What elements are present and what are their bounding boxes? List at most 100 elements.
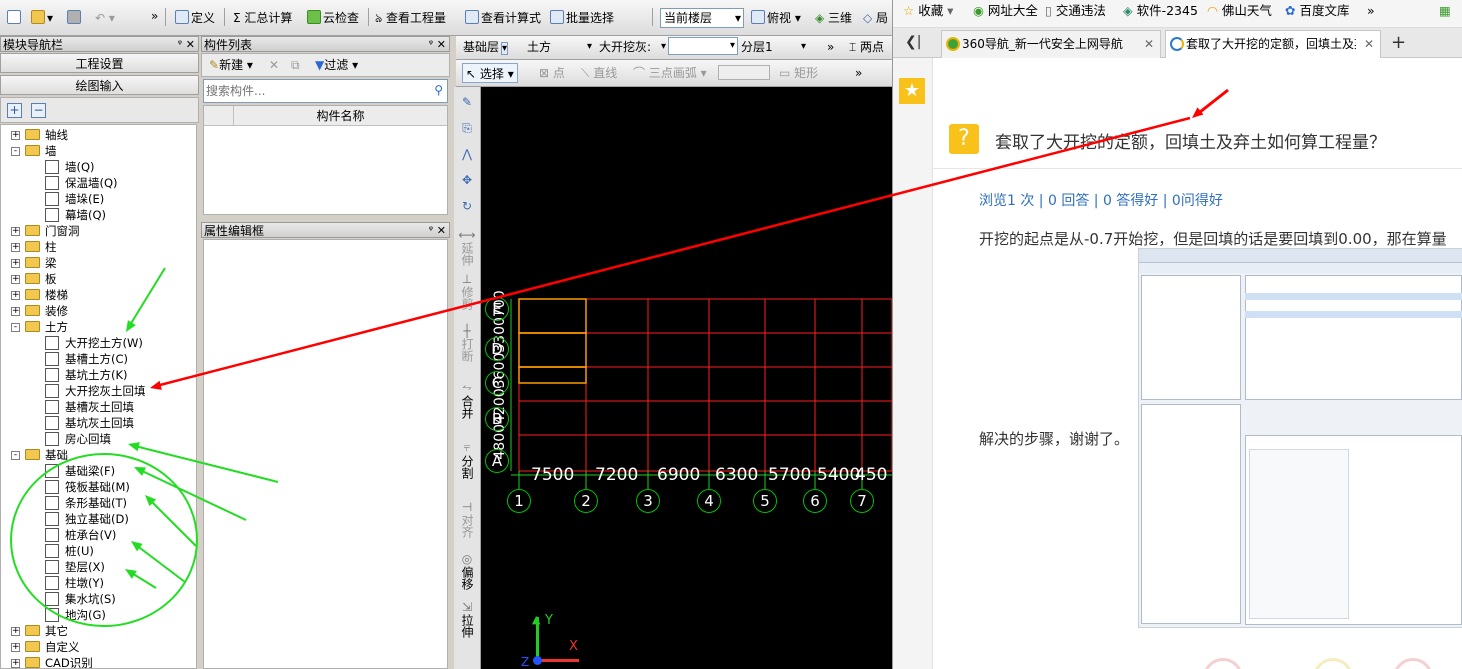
delete-icon[interactable]: ✕: [266, 55, 282, 75]
line-button[interactable]: ⟍ 直线: [578, 63, 620, 83]
tree-item[interactable]: 墙(Q): [1, 159, 196, 175]
open-file-icon[interactable]: ▾: [28, 8, 56, 28]
component-select[interactable]: 大开挖灰: ▾: [596, 37, 666, 57]
toolbar-overflow-icon[interactable]: »: [148, 6, 161, 26]
save-icon[interactable]: [64, 8, 86, 28]
vertical-tool-button[interactable]: ⫧ 分割: [456, 440, 478, 479]
vertical-tool-button[interactable]: ◎ 偏移: [456, 552, 478, 590]
favorite-link[interactable]: ▯ 交通违法: [1045, 0, 1106, 22]
x-axis-marker[interactable]: 1: [507, 489, 531, 513]
expand-icon[interactable]: +: [11, 307, 20, 316]
tree-item[interactable]: 幕墙(Q): [1, 207, 196, 223]
project-settings-button[interactable]: 工程设置: [0, 53, 199, 73]
tree-item[interactable]: 地沟(G): [1, 607, 196, 623]
vertical-tool-button[interactable]: ⇲ 拉伸: [456, 600, 478, 638]
edit-tool-icon[interactable]: ↻: [456, 199, 478, 213]
expand-icon[interactable]: +: [11, 227, 20, 236]
tree-item[interactable]: 条形基础(T): [1, 495, 196, 511]
tree-item[interactable]: 筏板基础(M): [1, 479, 196, 495]
vertical-tool-button[interactable]: ⊥ 修剪: [456, 272, 478, 310]
tree-item[interactable]: 基槽土方(C): [1, 351, 196, 367]
collapse-icon[interactable]: -: [11, 451, 20, 460]
sublayer-select[interactable]: 分层1 ▾: [738, 37, 808, 57]
x-axis-marker[interactable]: 2: [574, 489, 598, 513]
attached-screenshot-image[interactable]: [1138, 248, 1462, 628]
favorite-link[interactable]: ✿ 百度文库: [1285, 0, 1349, 22]
tree-item[interactable]: 独立基础(D): [1, 511, 196, 527]
tree-item[interactable]: 垫层(X): [1, 559, 196, 575]
close-icon[interactable]: ✕: [437, 223, 446, 239]
y-axis-marker[interactable]: C: [485, 371, 509, 395]
expand-icon[interactable]: +: [11, 643, 20, 652]
new-component-button[interactable]: ✎新建 ▾: [206, 55, 256, 75]
apps-grid-icon[interactable]: ▦: [1439, 0, 1451, 22]
close-tab-icon[interactable]: ✕: [1144, 31, 1154, 57]
tree-folder[interactable]: + 门窗洞: [1, 223, 196, 239]
close-tab-icon[interactable]: ✕: [1364, 31, 1374, 57]
expand-all-icon[interactable]: +: [7, 103, 22, 118]
edit-tool-icon[interactable]: ✥: [456, 173, 478, 187]
collapse-icon[interactable]: -: [11, 147, 20, 156]
toolbar-overflow-icon[interactable]: »: [824, 37, 837, 57]
tree-folder[interactable]: + 其它: [1, 623, 196, 639]
search-input[interactable]: [206, 82, 424, 100]
tree-folder[interactable]: -墙: [1, 143, 196, 159]
tab-360-nav[interactable]: 360导航_新一代安全上网导航 ✕: [941, 30, 1161, 58]
toolbar-overflow-icon[interactable]: »: [852, 63, 865, 83]
current-floor-select[interactable]: 当前楼层 ▾: [660, 8, 744, 28]
rect-button[interactable]: ▭ 矩形: [776, 63, 821, 83]
x-axis-marker[interactable]: 6: [803, 489, 827, 513]
x-axis-marker[interactable]: 7: [850, 489, 874, 513]
three-d-button[interactable]: ◈ 三维: [812, 8, 855, 28]
new-file-icon[interactable]: [4, 8, 26, 28]
copy-icon[interactable]: ⧉: [288, 55, 303, 75]
tree-folder[interactable]: + 梁: [1, 255, 196, 271]
tree-folder[interactable]: + 楼梯: [1, 287, 196, 303]
tree-item[interactable]: 集水坑(S): [1, 591, 196, 607]
close-icon[interactable]: ✕: [437, 37, 446, 53]
pin-icon[interactable]: ᵠ: [429, 37, 433, 53]
favorite-link[interactable]: ☆ 收藏 ▾: [903, 0, 953, 22]
tree-item[interactable]: 基坑土方(K): [1, 367, 196, 383]
tree-item[interactable]: 墙垛(E): [1, 191, 196, 207]
vertical-tool-button[interactable]: ⟷ 延伸: [456, 228, 478, 266]
blank-select[interactable]: ▾: [668, 37, 738, 55]
view-formula-button[interactable]: 查看计算式: [462, 8, 544, 28]
search-icon[interactable]: ⚲: [434, 83, 443, 97]
x-axis-marker[interactable]: 3: [636, 489, 660, 513]
edit-tool-icon[interactable]: ⎘: [456, 121, 478, 136]
star-icon[interactable]: ★: [899, 78, 925, 104]
y-axis-marker[interactable]: D: [485, 337, 509, 361]
edit-tool-icon[interactable]: ⋀: [456, 147, 478, 161]
expand-icon[interactable]: +: [11, 259, 20, 268]
expand-icon[interactable]: +: [11, 291, 20, 300]
tree-folder[interactable]: + 轴线: [1, 127, 196, 143]
tree-item[interactable]: 房心回填: [1, 431, 196, 447]
tree-folder[interactable]: + 装修: [1, 303, 196, 319]
favorites-more-button[interactable]: »: [1367, 0, 1375, 22]
tab-question[interactable]: 套取了大开挖的定额，回填土及弃 ✕: [1165, 30, 1381, 58]
tree-item[interactable]: 基础梁(F): [1, 463, 196, 479]
pin-icon[interactable]: ᵠ: [178, 37, 182, 53]
back-arrow-icon[interactable]: ❮|: [905, 34, 921, 50]
expand-icon[interactable]: +: [11, 131, 20, 140]
tree-item[interactable]: 桩(U): [1, 543, 196, 559]
batch-select-button[interactable]: 批量选择: [547, 8, 617, 28]
column-header-name[interactable]: 构件名称: [234, 106, 447, 126]
x-axis-marker[interactable]: 4: [697, 489, 721, 513]
drawing-input-button[interactable]: 绘图输入: [0, 75, 199, 95]
select-button[interactable]: ↖ 选择 ▾: [462, 63, 518, 83]
arc-button[interactable]: ⌒ 三点画弧 ▾: [630, 63, 710, 83]
expand-icon[interactable]: +: [11, 275, 20, 284]
close-icon[interactable]: ✕: [186, 37, 195, 53]
cad-canvas[interactable]: 4800420036003300700 7500 7200 6900 6300 5700…: [481, 87, 892, 669]
cloud-check-button[interactable]: 云检查: [304, 8, 362, 28]
vertical-tool-button[interactable]: ┼ 打断: [456, 324, 478, 362]
tree-item[interactable]: 桩承台(V): [1, 527, 196, 543]
tree-item[interactable]: 大开挖土方(W): [1, 335, 196, 351]
tree-item[interactable]: 大开挖灰土回填: [1, 383, 196, 399]
tree-folder[interactable]: + 板: [1, 271, 196, 287]
two-point-button[interactable]: ⌶ 两点: [846, 37, 887, 57]
tree-item[interactable]: 基坑灰土回填: [1, 415, 196, 431]
collapse-all-icon[interactable]: −: [31, 103, 46, 118]
